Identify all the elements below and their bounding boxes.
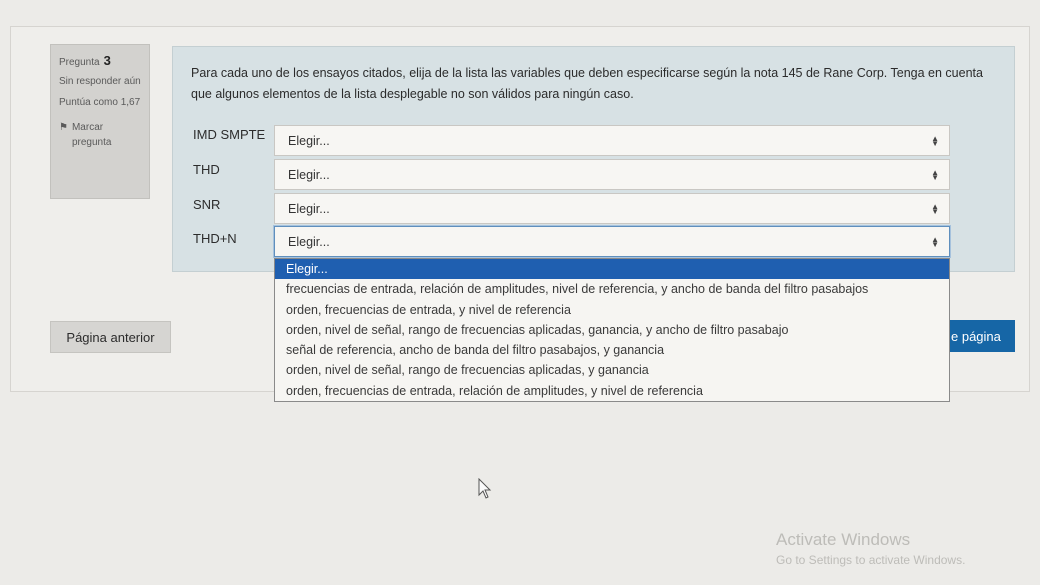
- dropdown-option[interactable]: orden, nivel de señal, rango de frecuenc…: [275, 320, 949, 340]
- question-text: Para cada uno de los ensayos citados, el…: [191, 66, 983, 101]
- select-imd-smpte[interactable]: Elegir... ▲ ▼: [274, 125, 950, 156]
- flag-icon: ⚑: [59, 122, 68, 133]
- dropdown-list-thd-n: Elegir... frecuencias de entrada, relaci…: [274, 258, 950, 402]
- row-label-imd-smpte: IMD SMPTE: [193, 127, 266, 142]
- select-value: Elegir...: [288, 234, 330, 249]
- select-value: Elegir...: [288, 167, 330, 182]
- dropdown-option[interactable]: orden, nivel de señal, rango de frecuenc…: [275, 360, 949, 380]
- dropdown-option[interactable]: orden, frecuencias de entrada, y nivel d…: [275, 300, 949, 320]
- question-status: Sin responder aún: [59, 76, 141, 87]
- watermark-subtitle: Go to Settings to activate Windows.: [776, 553, 966, 567]
- dropdown-option[interactable]: frecuencias de entrada, relación de ampl…: [275, 279, 949, 299]
- updown-caret-icon: ▲ ▼: [931, 133, 939, 148]
- flag-question-link[interactable]: ⚑ Marcar pregunta: [59, 120, 141, 150]
- question-label: Pregunta: [59, 57, 100, 68]
- question-number: 3: [103, 53, 111, 68]
- row-label-snr: SNR: [193, 197, 221, 212]
- select-value: Elegir...: [288, 201, 330, 216]
- row-label-thd-n: THD+N: [193, 231, 237, 246]
- dropdown-option[interactable]: orden, frecuencias de entrada, relación …: [275, 381, 949, 401]
- next-page-button[interactable]: e página: [945, 320, 1015, 352]
- flag-question-label: Marcar pregunta: [71, 122, 112, 148]
- windows-activation-watermark: Activate Windows Go to Settings to activ…: [776, 530, 965, 567]
- question-score: Puntúa como 1,67: [59, 97, 141, 108]
- select-snr[interactable]: Elegir... ▲ ▼: [274, 193, 950, 224]
- updown-caret-icon: ▲ ▼: [931, 167, 939, 182]
- question-content: Para cada uno de los ensayos citados, el…: [172, 46, 1015, 272]
- select-value: Elegir...: [288, 133, 330, 148]
- updown-caret-icon: ▲ ▼: [931, 234, 939, 249]
- select-thd-n[interactable]: Elegir... ▲ ▼: [274, 226, 950, 257]
- dropdown-option[interactable]: Elegir...: [275, 259, 949, 280]
- mouse-pointer-icon: [478, 478, 492, 499]
- watermark-title: Activate Windows: [776, 530, 911, 549]
- row-label-thd: THD: [193, 162, 220, 177]
- question-label-row: Pregunta 3: [59, 53, 141, 68]
- updown-caret-icon: ▲ ▼: [931, 201, 939, 216]
- dropdown-option[interactable]: señal de referencia, ancho de banda del …: [275, 340, 949, 360]
- select-thd[interactable]: Elegir... ▲ ▼: [274, 159, 950, 190]
- question-info-panel: Pregunta 3 Sin responder aún Puntúa como…: [50, 44, 150, 199]
- previous-page-button[interactable]: Página anterior: [50, 321, 171, 353]
